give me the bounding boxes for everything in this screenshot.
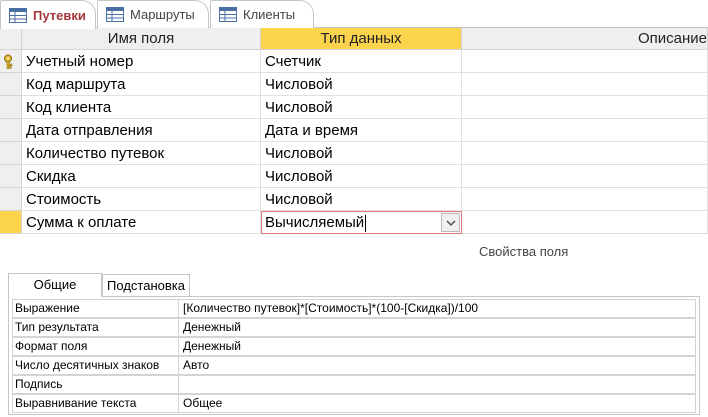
data-type-cell[interactable]: Числовой xyxy=(261,188,462,211)
description-cell[interactable] xyxy=(462,142,708,165)
tab-marshruty[interactable]: Маршруты xyxy=(97,0,209,28)
table-row[interactable]: Учетный номер Счетчик xyxy=(0,50,708,73)
data-type-cell[interactable]: Дата и время xyxy=(261,119,462,142)
field-name-cell[interactable]: Дата отправления xyxy=(22,119,261,142)
data-type-cell[interactable]: Числовой xyxy=(261,142,462,165)
property-sheet: Выражение [Количество путевок]*[Стоимост… xyxy=(8,296,700,415)
table-row[interactable]: Код клиента Числовой xyxy=(0,96,708,119)
row-selector[interactable] xyxy=(0,165,22,188)
description-cell[interactable] xyxy=(462,188,708,211)
property-row[interactable]: Выравнивание текста Общее xyxy=(12,394,696,413)
row-selector[interactable] xyxy=(0,73,22,96)
field-name-cell[interactable]: Стоимость xyxy=(22,188,261,211)
property-label: Выражение xyxy=(13,300,179,317)
data-type-value: Вычисляемый xyxy=(265,214,365,231)
description-cell[interactable] xyxy=(462,73,708,96)
property-value-decimal-places[interactable]: Авто xyxy=(181,357,695,374)
row-selector-header[interactable] xyxy=(0,28,22,50)
data-type-cell[interactable]: Числовой xyxy=(261,165,462,188)
table-icon xyxy=(9,7,27,23)
property-row[interactable]: Подпись xyxy=(12,375,696,394)
description-cell[interactable] xyxy=(462,96,708,119)
row-selector-current[interactable] xyxy=(0,211,22,234)
row-selector[interactable] xyxy=(0,119,22,142)
dropdown-button[interactable] xyxy=(441,213,460,232)
property-label: Формат поля xyxy=(13,338,179,355)
field-name-cell[interactable]: Скидка xyxy=(22,165,261,188)
field-name-cell[interactable]: Код клиента xyxy=(22,96,261,119)
description-cell[interactable] xyxy=(462,165,708,188)
tab-putevki[interactable]: Путевки xyxy=(0,0,96,29)
table-icon xyxy=(106,7,124,22)
tab-label: Путевки xyxy=(33,7,86,23)
description-cell[interactable] xyxy=(462,211,708,234)
property-label: Выравнивание текста xyxy=(13,395,179,412)
property-value-text-align[interactable]: Общее xyxy=(181,395,695,412)
chevron-down-icon xyxy=(446,220,455,226)
row-selector[interactable] xyxy=(0,142,22,165)
table-row[interactable]: Количество путевок Числовой xyxy=(0,142,708,165)
field-name-cell[interactable]: Учетный номер xyxy=(22,50,261,73)
field-name-cell[interactable]: Количество путевок xyxy=(22,142,261,165)
property-label: Тип результата xyxy=(13,319,179,336)
property-value-expression[interactable]: [Количество путевок]*[Стоимость]*(100-[С… xyxy=(181,300,695,317)
row-selector[interactable] xyxy=(0,50,22,73)
column-header-data-type[interactable]: Тип данных xyxy=(261,28,462,50)
table-row[interactable]: Дата отправления Дата и время xyxy=(0,119,708,142)
table-icon xyxy=(219,7,237,22)
column-header-description[interactable]: Описание xyxy=(462,28,708,50)
property-row[interactable]: Тип результата Денежный xyxy=(12,318,696,337)
primary-key-icon xyxy=(4,54,13,69)
property-row[interactable]: Формат поля Денежный xyxy=(12,337,696,356)
data-type-combobox[interactable]: Вычисляемый xyxy=(261,211,462,234)
tab-general[interactable]: Общие xyxy=(8,273,102,297)
property-row[interactable]: Число десятичных знаков Авто xyxy=(12,356,696,375)
property-label: Подпись xyxy=(13,376,179,393)
description-cell[interactable] xyxy=(462,50,708,73)
property-row[interactable]: Выражение [Количество путевок]*[Стоимост… xyxy=(12,299,696,318)
field-name-cell[interactable]: Сумма к оплате xyxy=(22,211,261,234)
data-type-cell[interactable]: Счетчик xyxy=(261,50,462,73)
property-value-result-type[interactable]: Денежный xyxy=(181,319,695,336)
table-row[interactable]: Скидка Числовой xyxy=(0,165,708,188)
row-selector[interactable] xyxy=(0,188,22,211)
table-row[interactable]: Код маршрута Числовой xyxy=(0,73,708,96)
tab-label: Маршруты xyxy=(130,7,195,22)
field-name-cell[interactable]: Код маршрута xyxy=(22,73,261,96)
property-label: Число десятичных знаков xyxy=(13,357,179,374)
field-properties-title: Свойства поля xyxy=(479,244,569,259)
data-type-cell[interactable]: Числовой xyxy=(261,96,462,119)
tab-label: Клиенты xyxy=(243,7,296,22)
tab-lookup[interactable]: Подстановка xyxy=(102,274,190,297)
text-caret xyxy=(365,214,367,232)
table-row[interactable]: Стоимость Числовой xyxy=(0,188,708,211)
tab-klienty[interactable]: Клиенты xyxy=(210,0,314,28)
table-row-current[interactable]: Сумма к оплате Вычисляемый xyxy=(0,211,708,234)
column-header-field-name[interactable]: Имя поля xyxy=(22,28,261,50)
object-tab-bar: Путевки Маршруты Клиенты xyxy=(0,0,708,29)
property-value-format[interactable]: Денежный xyxy=(181,338,695,355)
description-cell[interactable] xyxy=(462,119,708,142)
data-type-cell[interactable]: Числовой xyxy=(261,73,462,96)
row-selector[interactable] xyxy=(0,96,22,119)
